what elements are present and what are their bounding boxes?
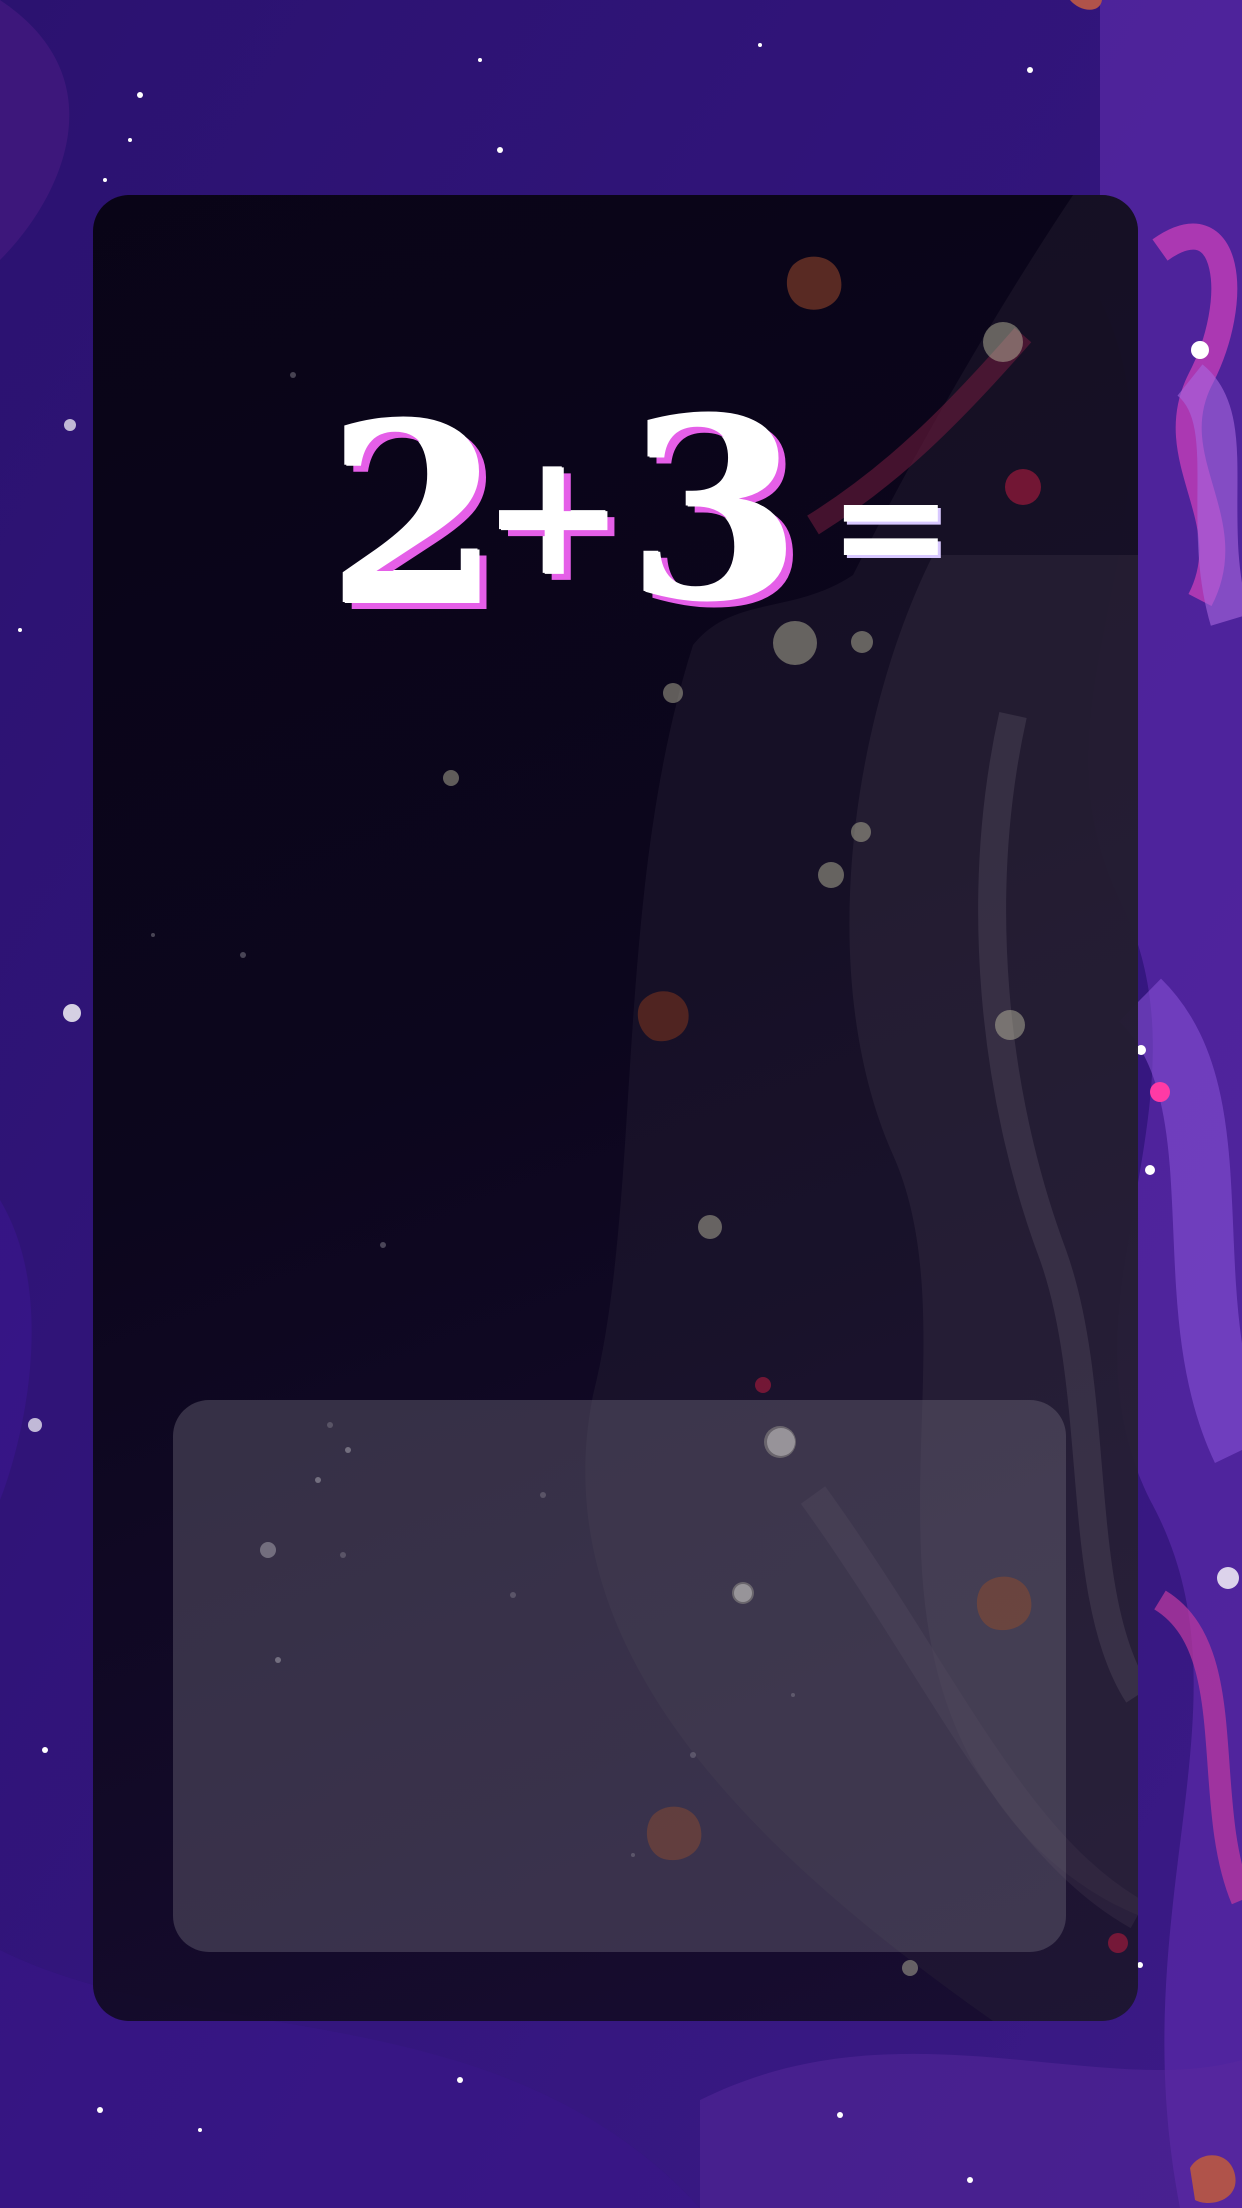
equals-sign: =: [828, 437, 954, 613]
operand-a: 2: [328, 368, 502, 662]
question-panel: 2 + 3 =: [93, 195, 1138, 2021]
answer-drop-zone[interactable]: [173, 1400, 1066, 1952]
answer-value: [173, 1400, 1066, 1952]
operand-b: 3: [628, 363, 802, 657]
operator-symbol: +: [483, 415, 626, 615]
